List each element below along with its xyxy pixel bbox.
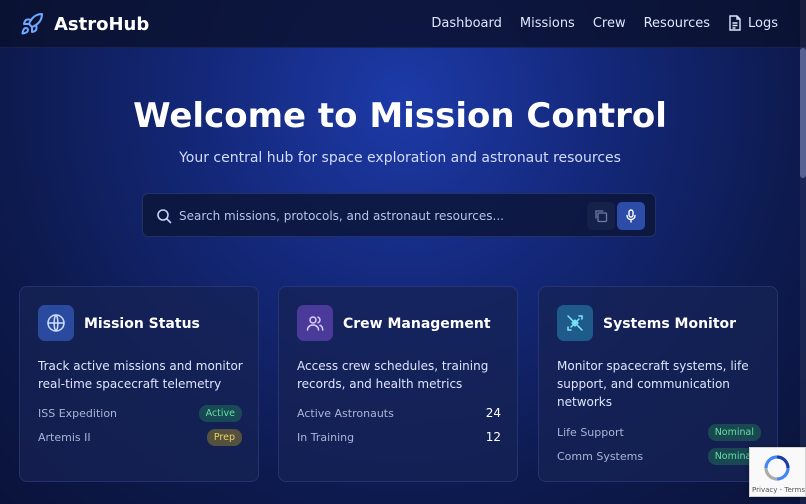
card-icon-box — [557, 305, 593, 341]
brand[interactable]: AstroHub — [20, 12, 149, 36]
search-bar — [142, 193, 656, 237]
stat-row: In Training 12 — [297, 427, 501, 447]
recaptcha-icon — [764, 455, 790, 481]
card-title: Mission Status — [84, 316, 200, 332]
hero-subtitle: Your central hub for space exploration a… — [179, 150, 621, 166]
stat-label: Active Astronauts — [297, 406, 394, 420]
page-scrollbar-thumb[interactable] — [800, 48, 806, 178]
card-systems-monitor[interactable]: Systems Monitor Monitor spacecraft syste… — [538, 286, 778, 482]
card-title: Systems Monitor — [603, 316, 737, 332]
users-icon — [306, 316, 324, 331]
stat-row: Life Support Nominal — [557, 422, 761, 442]
microphone-icon — [626, 209, 636, 223]
nav-missions[interactable]: Missions — [520, 15, 575, 31]
card-mission-status[interactable]: Mission Status Track active missions and… — [19, 286, 259, 482]
stat-label: Comm Systems — [557, 449, 644, 463]
recaptcha-badge[interactable]: Privacy - Terms — [749, 447, 806, 497]
nav-dashboard[interactable]: Dashboard — [431, 15, 502, 31]
nav-links: Dashboard Missions Crew Resources Logs — [431, 15, 778, 31]
stat-value: 12 — [485, 430, 501, 444]
top-navbar: AstroHub Dashboard Missions Crew Resourc… — [0, 0, 806, 48]
stat-label: Life Support — [557, 425, 624, 439]
card-icon-box — [38, 305, 74, 341]
globe-icon — [47, 314, 65, 332]
copy-button[interactable] — [587, 202, 615, 230]
document-icon — [729, 15, 741, 31]
stat-row: Active Astronauts 24 — [297, 403, 501, 423]
rocket-icon — [21, 12, 43, 35]
card-icon-box — [297, 305, 333, 341]
satellite-icon — [567, 315, 583, 331]
copy-icon — [595, 210, 608, 223]
status-badge: Active — [198, 404, 242, 422]
card-crew-management[interactable]: Crew Management Access crew schedules, t… — [278, 286, 518, 482]
card-description: Monitor spacecraft systems, life support… — [557, 359, 749, 409]
hero-title: Welcome to Mission Control — [133, 96, 667, 136]
stat-label: ISS Expedition — [38, 406, 118, 420]
search-input[interactable] — [179, 206, 579, 226]
nav-crew[interactable]: Crew — [593, 15, 626, 31]
brand-name: AstroHub — [54, 13, 150, 35]
card-title: Crew Management — [343, 316, 491, 332]
recaptcha-links[interactable]: Privacy - Terms — [752, 486, 805, 494]
stat-label: Artemis II — [38, 430, 91, 444]
search-icon — [157, 209, 172, 224]
nav-resources[interactable]: Resources — [644, 15, 710, 31]
nav-logs-label: Logs — [748, 15, 778, 31]
voice-search-button[interactable] — [617, 202, 645, 230]
stat-row: ISS Expedition Active — [38, 403, 242, 423]
stat-value: 24 — [485, 406, 501, 420]
nav-logs[interactable]: Logs — [728, 15, 778, 31]
status-badge: Prep — [206, 428, 242, 446]
card-description: Track active missions and monitor real-t… — [38, 359, 243, 391]
stat-label: In Training — [297, 430, 355, 444]
status-badge: Nominal — [707, 423, 761, 441]
stat-row: Comm Systems Nominal — [557, 446, 761, 466]
stat-row: Artemis II Prep — [38, 427, 242, 447]
card-description: Access crew schedules, training records,… — [297, 359, 489, 391]
